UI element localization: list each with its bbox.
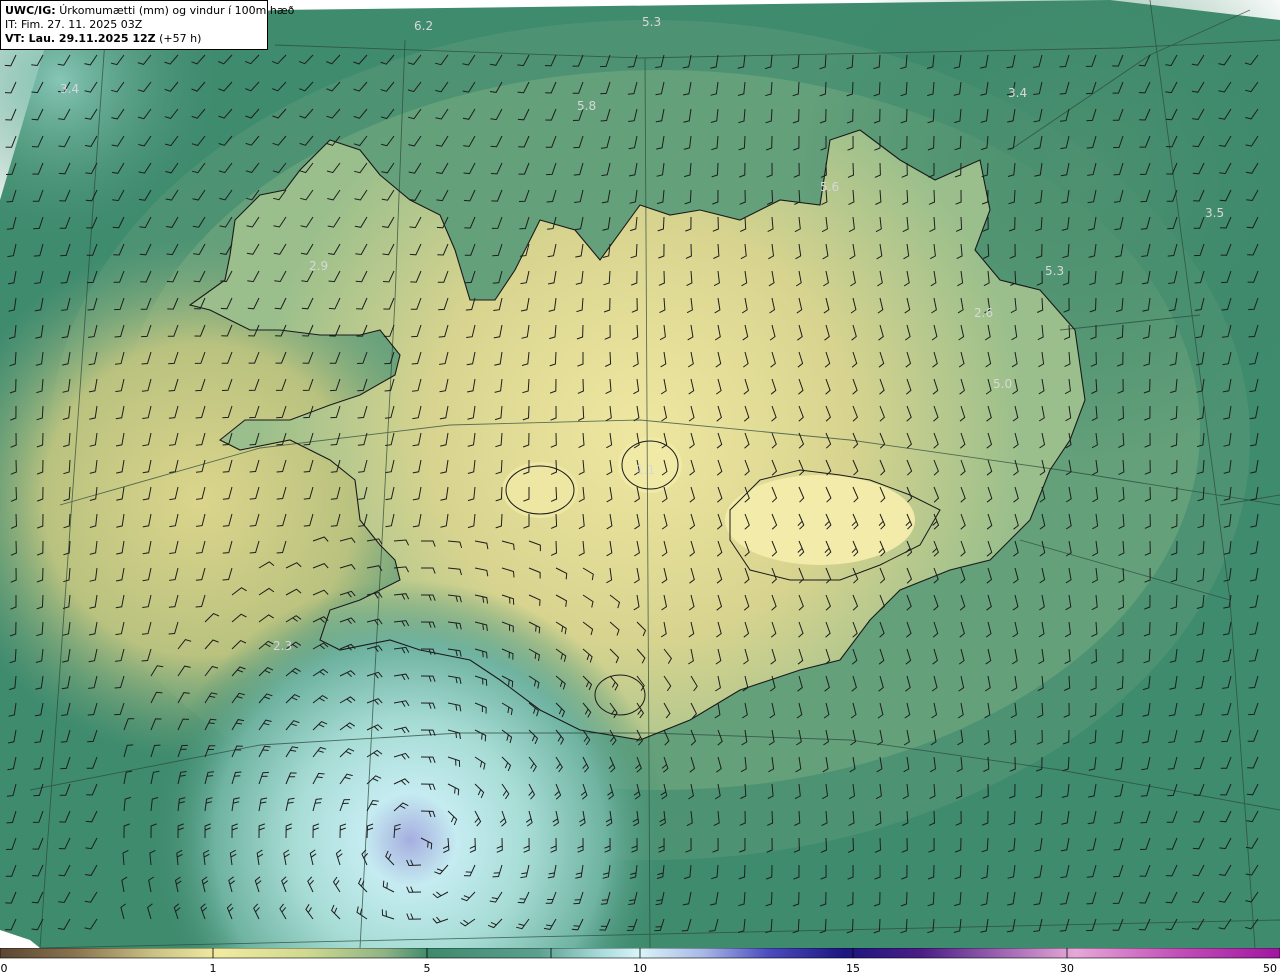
map-header: UWC/IG: Úrkomumætti (mm) og vindur í 100… <box>0 0 294 50</box>
colorbar-tick: 50 <box>1263 962 1277 975</box>
map-value: 6.2 <box>414 19 433 33</box>
colorbar-tick: 5 <box>423 962 431 975</box>
map-value: 5.3 <box>1045 264 1064 278</box>
map-panel: 6.2 5.3 5.8 3.4 5.6 3.5 2.9 5.3 2.6 5.0 … <box>0 0 1280 948</box>
colorbar-tick: 0 <box>0 962 8 975</box>
map-value: 3.4 <box>60 82 79 96</box>
colorbar-tick: 10 <box>633 962 647 975</box>
map-value: 2.9 <box>309 259 328 273</box>
map-value: 2.3 <box>273 639 292 653</box>
precipitation-map: 6.2 5.3 5.8 3.4 5.6 3.5 2.9 5.3 2.6 5.0 … <box>0 0 1280 948</box>
map-value: 1.1 <box>636 463 655 477</box>
colorbar: 0 1 5 10 15 30 50 <box>0 948 1280 978</box>
map-value: 2.6 <box>974 306 993 320</box>
product-code: UWC/IG: <box>5 4 56 17</box>
colorbar-ramp <box>0 948 1280 959</box>
map-value: 5.6 <box>820 180 839 194</box>
colorbar-tick: 15 <box>846 962 860 975</box>
map-value: 5.3 <box>642 15 661 29</box>
map-value: 3.4 <box>1008 86 1027 100</box>
init-time: IT: Fim. 27. 11. 2025 03Z <box>5 18 143 31</box>
colorbar-tick: 1 <box>209 962 217 975</box>
colorbar-tick: 30 <box>1060 962 1074 975</box>
valid-lead: (+57 h) <box>159 32 202 45</box>
map-value: 5.0 <box>993 377 1012 391</box>
map-value: 3.5 <box>1205 206 1224 220</box>
valid-time: VT: Lau. 29.11.2025 12Z <box>5 32 156 45</box>
map-value: 5.8 <box>577 99 596 113</box>
product-title: Úrkomumætti (mm) og vindur í 100m hæð <box>59 4 295 17</box>
